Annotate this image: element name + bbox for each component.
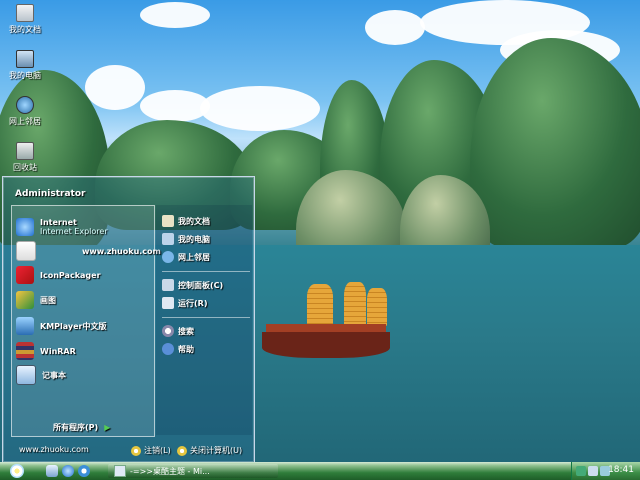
taskbar: -=>>桌酷主题 - Mi... 18:41 (0, 462, 640, 480)
menu-item-my-computer[interactable]: 我的电脑 (162, 231, 252, 247)
menu-item-kmplayer[interactable]: KMPlayer中文版 (16, 315, 152, 337)
logoff-button[interactable]: 注销(L) (131, 445, 171, 456)
tray-expand-icon[interactable] (576, 466, 586, 476)
clock: 18:41 (608, 465, 634, 475)
my-computer-icon (16, 50, 34, 68)
network-places-icon (16, 96, 34, 114)
start-menu-header: Administrator (3, 177, 254, 205)
junk-ship (262, 282, 392, 362)
iconpackager-icon (16, 266, 34, 284)
shutdown-button[interactable]: 关闭计算机(U) (177, 445, 242, 456)
desktop-icon-my-computer[interactable]: 我的电脑 (4, 50, 46, 81)
quicklaunch-ie-icon[interactable] (62, 465, 74, 477)
paint-icon (16, 291, 34, 309)
help-icon (162, 343, 174, 355)
quicklaunch-desktop-icon[interactable] (46, 465, 58, 477)
zhuoku-site-icon (16, 241, 36, 261)
my-computer-icon (162, 233, 174, 245)
logoff-icon (131, 445, 141, 456)
start-menu-left-pane: Internet Internet Explorer www.zhuoku.co… (11, 205, 161, 437)
recycle-bin-icon (16, 142, 34, 160)
menu-item-my-documents[interactable]: 我的文档 (162, 213, 252, 229)
system-tray: 18:41 (571, 462, 640, 480)
menu-item-control-panel[interactable]: 控制面板(C) (162, 277, 252, 293)
menu-item-help[interactable]: 帮助 (162, 341, 252, 357)
quicklaunch-media-icon[interactable] (78, 465, 90, 477)
menu-item-zhuoku-site[interactable]: www.zhuoku.com (16, 240, 161, 262)
desktop-icon-my-documents[interactable]: 我的文档 (4, 4, 46, 35)
winrar-icon (16, 342, 34, 360)
menu-item-network-places[interactable]: 网上邻居 (162, 249, 252, 265)
internet-explorer-icon (16, 218, 34, 236)
kmplayer-icon (16, 317, 34, 335)
notepad-icon (16, 365, 36, 385)
menu-item-paint[interactable]: 画图 (16, 289, 152, 311)
all-programs-button[interactable]: 所有程序(P) ▶ (53, 422, 110, 433)
user-name: Administrator (15, 189, 86, 199)
my-documents-icon (162, 215, 174, 227)
control-panel-icon (162, 279, 174, 291)
my-documents-icon (16, 4, 34, 22)
menu-item-notepad[interactable]: 记事本 (16, 364, 152, 386)
desktop-icon-recycle-bin[interactable]: 回收站 (4, 142, 46, 173)
network-places-icon (162, 251, 174, 263)
run-icon (162, 297, 174, 309)
start-flower-icon (10, 464, 24, 478)
start-button[interactable] (6, 463, 28, 479)
menu-item-internet-explorer[interactable]: Internet Internet Explorer (16, 216, 152, 238)
shutdown-icon (177, 445, 187, 456)
desktop-icon-network-places[interactable]: 网上邻居 (4, 96, 46, 127)
tray-network-icon[interactable] (588, 466, 598, 476)
menu-separator (162, 317, 250, 318)
menu-item-winrar[interactable]: WinRAR (16, 340, 152, 362)
menu-item-search[interactable]: 搜索 (162, 323, 252, 339)
arrow-right-icon: ▶ (104, 423, 111, 432)
menu-item-run[interactable]: 运行(R) (162, 295, 252, 311)
taskbar-item-window[interactable]: -=>>桌酷主题 - Mi... (108, 464, 278, 478)
site-label: www.zhuoku.com (19, 445, 89, 454)
start-menu: Administrator Internet Internet Explorer… (2, 176, 255, 463)
window-icon (114, 465, 126, 477)
menu-separator (162, 271, 250, 272)
start-menu-right-pane: 我的文档 我的电脑 网上邻居 控制面板(C) 运行(R) 搜索 帮助 (156, 205, 252, 435)
search-icon (162, 325, 174, 337)
menu-item-iconpackager[interactable]: IconPackager (16, 264, 152, 286)
